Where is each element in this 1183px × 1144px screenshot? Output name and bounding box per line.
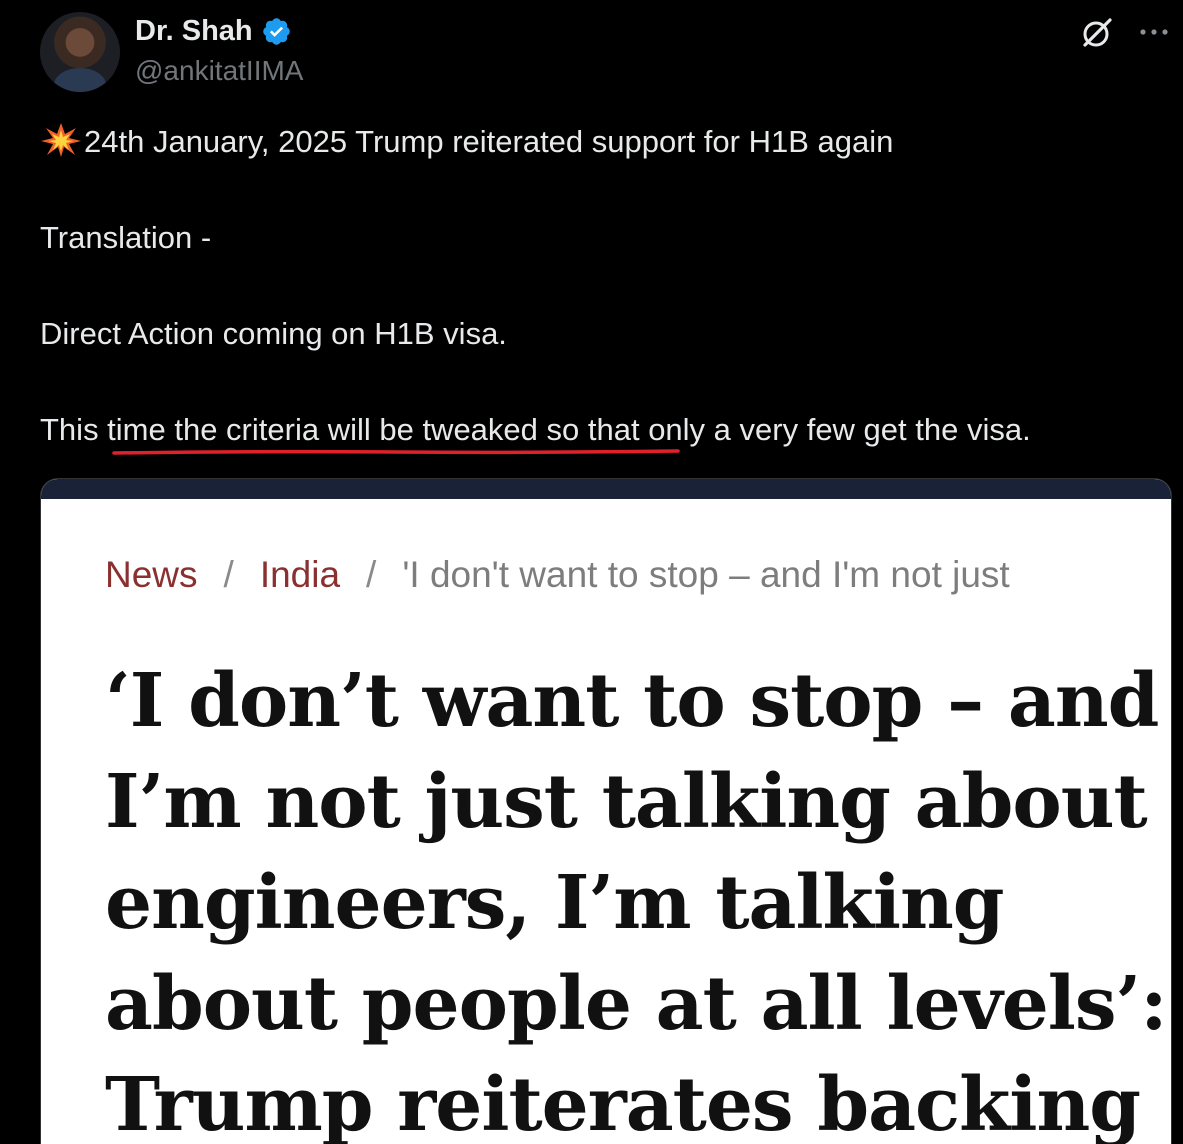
tweet-text-line-2: Translation - <box>40 220 212 255</box>
red-underline-annotation <box>112 449 680 455</box>
headline-line: I’m not just talking about <box>105 759 1148 845</box>
breadcrumb-current: 'I don't want to stop – and I'm not just <box>402 554 1010 595</box>
tweet-text-line-1: 24th January, 2025 Trump reiterated supp… <box>40 122 893 162</box>
author-handle[interactable]: @ankitatIIMA <box>135 54 303 88</box>
grok-icon[interactable] <box>1080 16 1114 50</box>
tweet-line-1-text: 24th January, 2025 Trump reiterated supp… <box>84 124 894 159</box>
breadcrumb-india[interactable]: India <box>260 554 340 595</box>
tweet-text-line-4: This time the criteria will be tweaked s… <box>40 412 1031 447</box>
collision-emoji-icon <box>41 123 81 157</box>
avatar[interactable] <box>40 12 120 92</box>
headline-line: engineers, I’m talking <box>105 860 1004 946</box>
breadcrumb-news[interactable]: News <box>105 554 198 595</box>
more-options-icon[interactable] <box>1137 15 1171 49</box>
breadcrumb-separator: / <box>223 554 234 595</box>
headline-line: about people at all levels’: <box>105 961 1168 1047</box>
avatar-shirt <box>54 68 106 92</box>
article-link-card[interactable]: News / India / 'I don't want to stop – and I… <box>40 478 1172 1144</box>
verified-badge-icon <box>262 17 290 45</box>
author-name-row[interactable]: Dr. Shah <box>135 12 292 50</box>
card-header-bar <box>41 479 1171 499</box>
author-name[interactable]: Dr. Shah <box>135 12 253 50</box>
tweet-text-line-3: Direct Action coming on H1B visa. <box>40 316 507 351</box>
headline-line: ‘I don’t want to stop – and <box>105 658 1159 744</box>
article-headline[interactable]: ‘I don’t want to stop – and I’m not just… <box>105 651 1168 1144</box>
breadcrumb: News / India / 'I don't want to stop – and I… <box>105 553 1010 597</box>
breadcrumb-separator: / <box>366 554 377 595</box>
headline-line: Trump reiterates backing <box>105 1062 1141 1144</box>
